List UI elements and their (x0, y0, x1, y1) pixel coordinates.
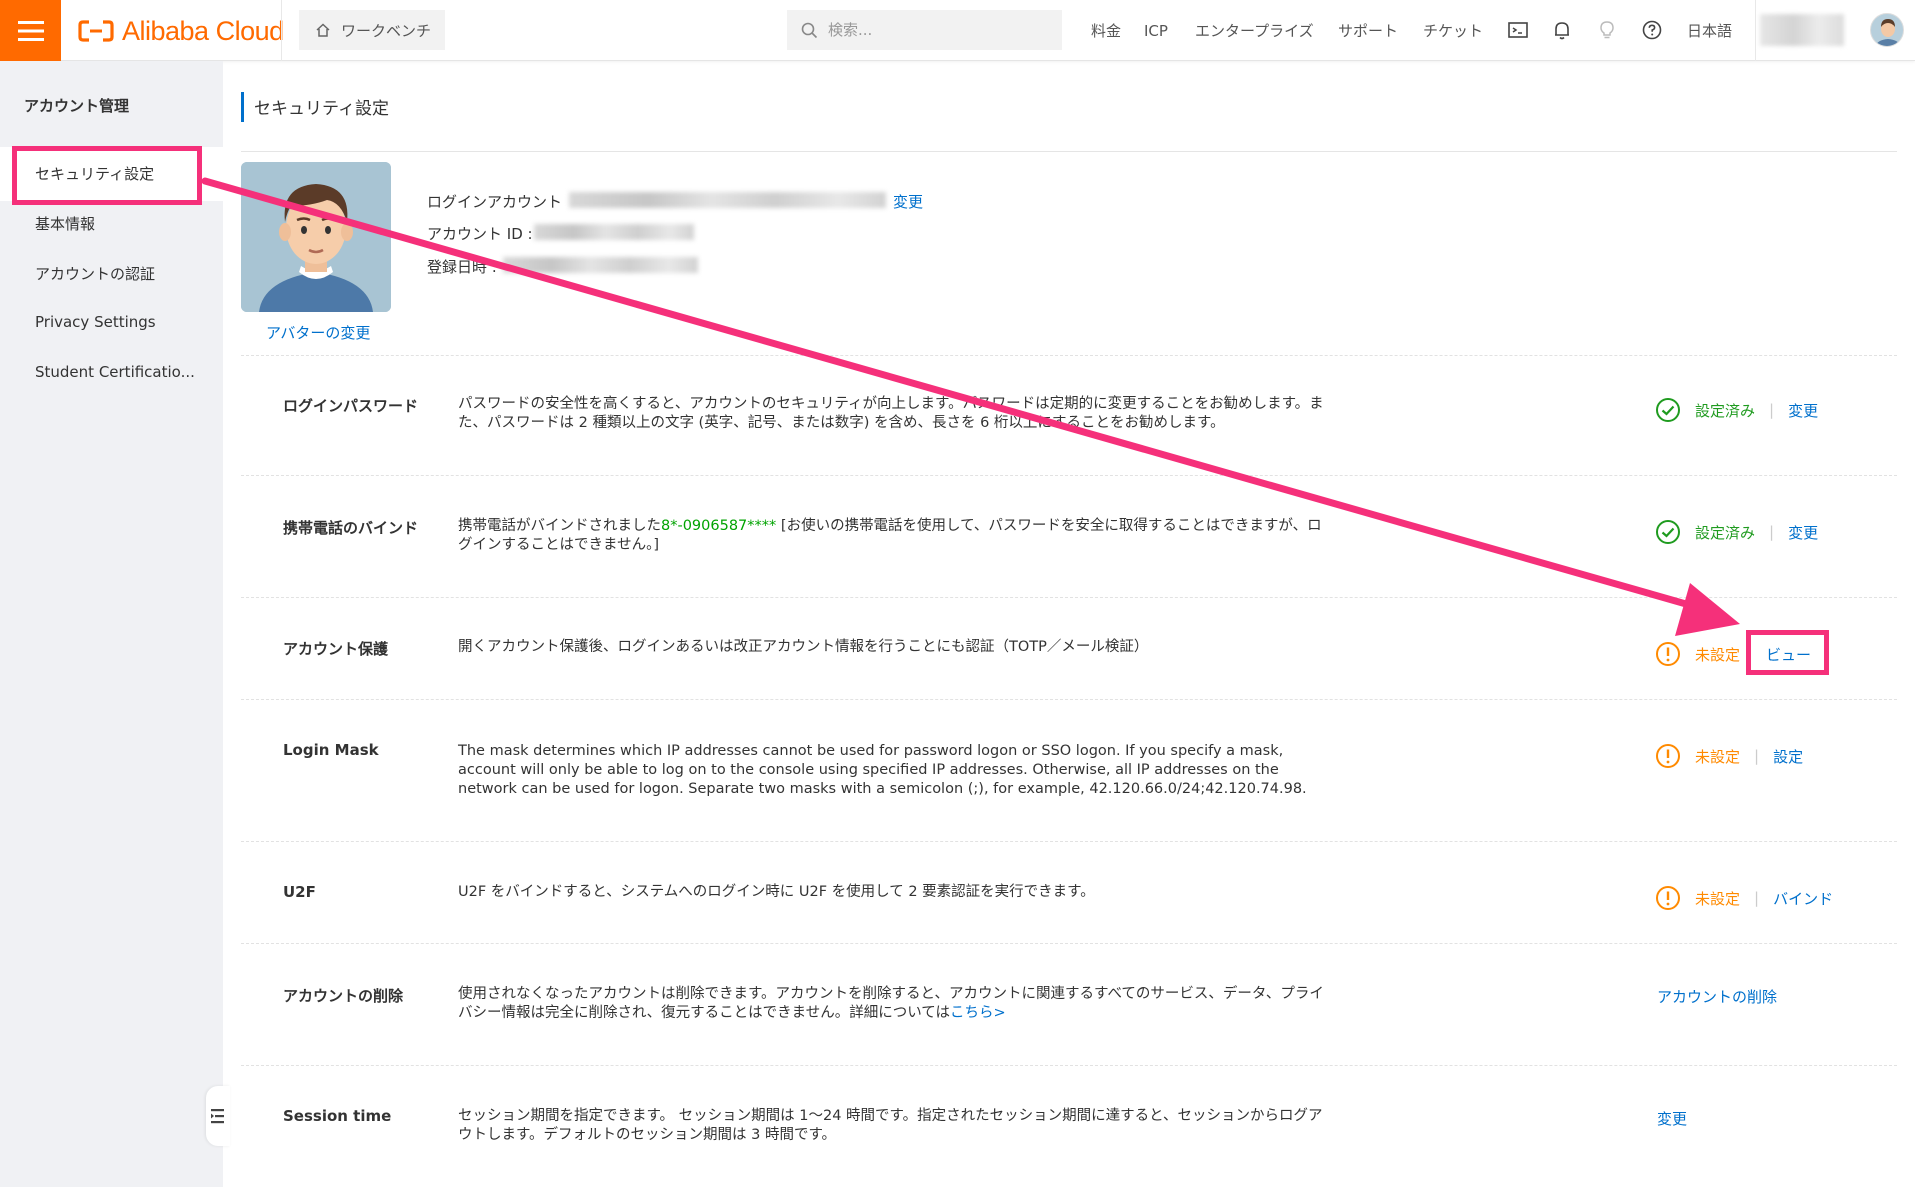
warning-circle-icon (1656, 744, 1680, 768)
alibaba-cloud-logo-icon (78, 20, 114, 42)
divider (241, 355, 1897, 356)
row-title-phone-binding: 携帯電話のバインド (283, 519, 419, 537)
page-title: セキュリティ設定 (254, 99, 389, 119)
status-login-mask: 未設定 | 設定 (1655, 743, 1803, 769)
divider (241, 841, 1897, 842)
divider (241, 151, 1897, 152)
change-session-time-link[interactable]: 変更 (1657, 1108, 1687, 1129)
language-selector[interactable]: 日本語 (1687, 0, 1732, 61)
search-icon (801, 22, 818, 38)
divider (281, 0, 282, 61)
status-badge: 設定済み (1695, 523, 1756, 542)
avatar-change-link[interactable]: アバターの変更 (266, 322, 370, 343)
login-account-redacted (569, 192, 886, 208)
sidebar-collapse-toggle[interactable] (206, 1086, 230, 1146)
help-icon[interactable] (1641, 19, 1663, 41)
divider (241, 1065, 1897, 1066)
divider (241, 699, 1897, 700)
nav-support[interactable]: サポート (1338, 0, 1398, 61)
menu-icon[interactable] (0, 0, 61, 61)
alibaba-cloud-logo[interactable]: Alibaba Cloud (78, 14, 284, 48)
row-desc-phone-binding: 携帯電話がバインドされました8*-0906587**** [お使いの携帯電話を使… (458, 517, 1328, 555)
nav-icp[interactable]: ICP (1144, 0, 1168, 61)
status-badge: 未設定 (1695, 645, 1741, 664)
status-u2f: 未設定 | バインド (1655, 885, 1833, 911)
divider (1755, 0, 1756, 61)
annotation-highlight-security (12, 146, 202, 205)
divider (241, 597, 1897, 598)
separator: | (1769, 523, 1775, 541)
search-input[interactable] (828, 21, 1028, 39)
check-circle-icon (1656, 398, 1680, 422)
brand-name: Alibaba Cloud (122, 15, 284, 46)
username-redacted[interactable] (1760, 14, 1844, 46)
row-title-login-mask: Login Mask (283, 741, 379, 759)
status-login-password: 設定済み | 変更 (1655, 397, 1818, 423)
set-login-mask-link[interactable]: 設定 (1773, 746, 1803, 767)
profile-avatar (241, 162, 391, 312)
workbench-button[interactable]: ワークベンチ (299, 10, 445, 50)
sidebar: アカウント管理 セキュリティ設定 基本情報 アカウントの認証 Privacy S… (0, 61, 230, 1187)
row-title-account-deletion: アカウントの削除 (283, 987, 404, 1005)
bind-u2f-link[interactable]: バインド (1773, 888, 1833, 909)
login-account-label: ログインアカウント (427, 193, 563, 211)
search-box[interactable] (787, 10, 1062, 50)
change-phone-link[interactable]: 変更 (1788, 522, 1818, 543)
top-bar: Alibaba Cloud ワークベンチ 料金 ICP エンタープライズ サポー… (0, 0, 1915, 61)
separator: | (1754, 747, 1760, 765)
account-id-redacted (534, 224, 694, 240)
nav-enterprise[interactable]: エンタープライズ (1195, 0, 1314, 61)
row-desc-session-time: セッション期間を指定できます。 セッション期間は 1〜24 時間です。指定された… (458, 1108, 1323, 1143)
bound-phone-number: 8*-0906587**** (661, 518, 777, 534)
row-title-account-protection: アカウント保護 (283, 640, 389, 658)
nav-pricing[interactable]: 料金 (1091, 0, 1121, 61)
sidebar-item-student-cert[interactable]: Student Certificatio... (35, 363, 195, 381)
login-account-change-link[interactable]: 変更 (893, 191, 923, 212)
account-id-label: アカウント ID : (427, 225, 533, 243)
title-accent (241, 92, 244, 122)
change-password-link[interactable]: 変更 (1788, 400, 1818, 421)
workbench-label: ワークベンチ (341, 21, 432, 40)
delete-account-link[interactable]: アカウントの削除 (1657, 986, 1777, 1007)
sidebar-item-account-auth[interactable]: アカウントの認証 (35, 263, 155, 284)
warning-circle-icon (1656, 886, 1680, 910)
terminal-icon[interactable] (1507, 19, 1529, 41)
status-badge: 設定済み (1695, 401, 1756, 420)
account-deletion-desc: 使用されなくなったアカウントは削除できます。アカウントを削除すると、アカウントに… (458, 986, 1324, 1021)
registered-label: 登録日時 : (427, 258, 497, 276)
check-circle-icon (1656, 520, 1680, 544)
row-desc-u2f: U2F をバインドすると、システムへのログイン時に U2F を使用して 2 要素… (458, 884, 1095, 900)
divider (241, 943, 1897, 944)
phone-desc-prefix: 携帯電話がバインドされました (458, 518, 661, 534)
divider (241, 475, 1897, 476)
registered-date-redacted (503, 257, 698, 273)
nav-ticket[interactable]: チケット (1423, 0, 1483, 61)
row-title-session-time: Session time (283, 1107, 392, 1125)
avatar[interactable] (1870, 13, 1904, 47)
row-desc-login-mask: The mask determines which IP addresses c… (458, 743, 1307, 797)
warning-circle-icon (1656, 642, 1680, 666)
separator: | (1769, 401, 1775, 419)
status-badge: 未設定 (1695, 889, 1741, 908)
details-link[interactable]: こちら> (950, 1005, 1006, 1021)
separator: | (1754, 889, 1760, 907)
sidebar-item-privacy[interactable]: Privacy Settings (35, 313, 156, 331)
home-icon (316, 23, 330, 37)
collapse-icon (211, 1109, 224, 1124)
row-title-login-password: ログインパスワード (283, 397, 419, 415)
row-desc-account-deletion: 使用されなくなったアカウントは削除できます。アカウントを削除すると、アカウントに… (458, 985, 1328, 1023)
row-desc-login-password: パスワードの安全性を高くすると、アカウントのセキュリティが向上します。パスワード… (458, 396, 1324, 431)
status-phone-binding: 設定済み | 変更 (1655, 519, 1818, 545)
lightbulb-icon[interactable] (1596, 19, 1618, 41)
sidebar-item-basic-info[interactable]: 基本情報 (35, 213, 95, 234)
bell-icon[interactable] (1551, 19, 1573, 41)
row-desc-account-protection: 開くアカウント保護後、ログインあるいは改正アカウント情報を行うことにも認証（TO… (458, 639, 1149, 655)
annotation-highlight-view (1746, 630, 1829, 675)
sidebar-title: アカウント管理 (24, 97, 130, 115)
row-title-u2f: U2F (283, 883, 316, 901)
status-badge: 未設定 (1695, 747, 1741, 766)
